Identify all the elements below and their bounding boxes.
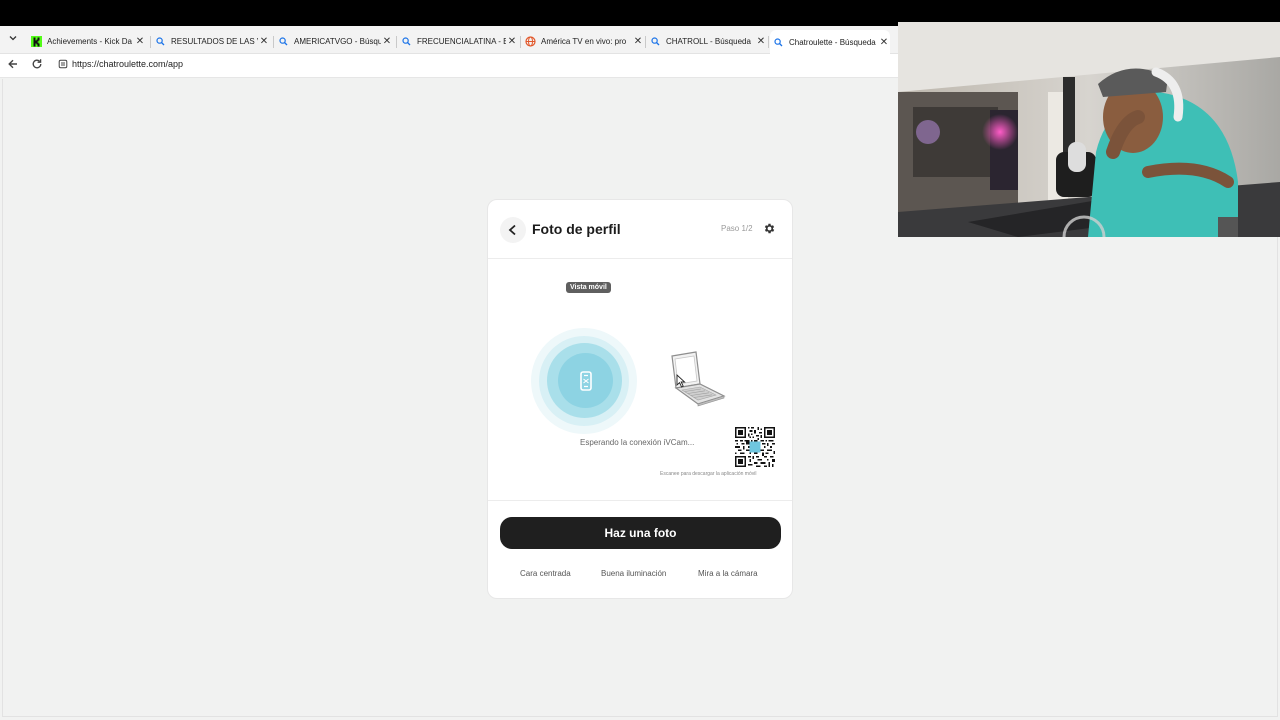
tab-america-tv[interactable]: América TV en vivo: pro ✕ <box>522 30 644 52</box>
divider <box>488 500 792 501</box>
card-header: Foto de perfil Paso 1/2 <box>488 200 792 259</box>
back-button[interactable] <box>500 217 526 243</box>
close-icon[interactable]: ✕ <box>506 36 518 47</box>
qr-code <box>735 427 775 467</box>
tab-title: FRECUENCIALATINA - B <box>417 36 506 46</box>
step-indicator: Paso 1/2 <box>721 224 753 233</box>
tab-americatvgo[interactable]: AMERICATVGO - Búsque ✕ <box>275 30 393 52</box>
close-icon[interactable]: ✕ <box>134 36 146 47</box>
scan-instructions: Escanee para descargar la aplicación móv… <box>660 471 757 477</box>
site-info-icon[interactable] <box>58 59 68 69</box>
address-bar: https://chatroulette.com/app <box>0 54 898 78</box>
tab-chatroll[interactable]: CHATROLL - Búsqueda ✕ <box>647 30 767 52</box>
take-photo-button[interactable]: Haz una foto <box>500 517 781 549</box>
tab-strip: Achievements - Kick Da ✕ RESULTADOS DE L… <box>0 26 898 54</box>
close-icon[interactable]: ✕ <box>878 37 890 48</box>
search-icon <box>401 36 412 47</box>
profile-photo-card: Foto de perfil Paso 1/2 Vista móvil Espe… <box>487 199 793 599</box>
card-title: Foto de perfil <box>532 221 621 237</box>
back-button[interactable] <box>5 58 21 74</box>
smartphone-icon <box>579 370 592 391</box>
url-field[interactable]: https://chatroulette.com/app <box>58 59 183 69</box>
phone-connection-indicator <box>558 353 613 408</box>
webcam-overlay <box>898 22 1280 237</box>
globe-icon <box>525 35 536 47</box>
chevron-left-icon <box>508 224 516 236</box>
waiting-connection-text: Esperando la conexión iVCam... <box>580 438 695 447</box>
tab-achievements[interactable]: Achievements - Kick Da ✕ <box>28 30 146 52</box>
tab-title: América TV en vivo: pro <box>541 36 627 46</box>
tab-separator <box>645 36 646 48</box>
tab-separator <box>273 36 274 48</box>
close-icon[interactable]: ✕ <box>632 36 644 47</box>
search-icon <box>278 36 289 47</box>
search-icon <box>773 37 784 48</box>
tab-chatroulette[interactable]: Chatroulette - Búsqueda ✕ <box>770 30 890 54</box>
tab-resultados[interactable]: RESULTADOS DE LAS VO ✕ <box>152 30 270 52</box>
close-icon[interactable]: ✕ <box>381 36 393 47</box>
tab-separator <box>396 36 397 48</box>
tip-look-at-camera: Mira a la cámara <box>698 569 758 578</box>
tab-frecuencialatina[interactable]: FRECUENCIALATINA - B ✕ <box>398 30 518 52</box>
close-icon[interactable]: ✕ <box>258 36 270 47</box>
close-icon[interactable]: ✕ <box>755 36 767 47</box>
tab-title: AMERICATVGO - Búsque <box>294 36 381 46</box>
tab-list-dropdown[interactable] <box>4 32 22 48</box>
reload-button[interactable] <box>29 58 45 74</box>
tip-face-centered: Cara centrada <box>520 569 571 578</box>
reload-icon <box>32 59 42 69</box>
tab-separator <box>150 36 151 48</box>
kick-icon <box>31 35 42 47</box>
arrow-left-icon <box>8 59 17 69</box>
tab-title: CHATROLL - Búsqueda <box>666 36 751 46</box>
mouse-cursor-icon <box>676 374 686 388</box>
webcam-video-image <box>898 22 1280 237</box>
url-text: https://chatroulette.com/app <box>72 59 184 69</box>
search-icon <box>650 36 661 47</box>
tab-separator <box>768 36 769 48</box>
tip-good-lighting: Buena iluminación <box>601 569 667 578</box>
gear-icon[interactable] <box>763 222 776 235</box>
tab-title: Achievements - Kick Da <box>47 36 132 46</box>
tab-separator <box>520 36 521 48</box>
tab-title: RESULTADOS DE LAS VO <box>171 36 258 46</box>
tab-title: Chatroulette - Búsqueda <box>789 37 876 47</box>
search-icon <box>155 36 166 47</box>
mobile-view-badge: Vista móvil <box>566 282 611 293</box>
chevron-down-icon <box>9 36 17 41</box>
